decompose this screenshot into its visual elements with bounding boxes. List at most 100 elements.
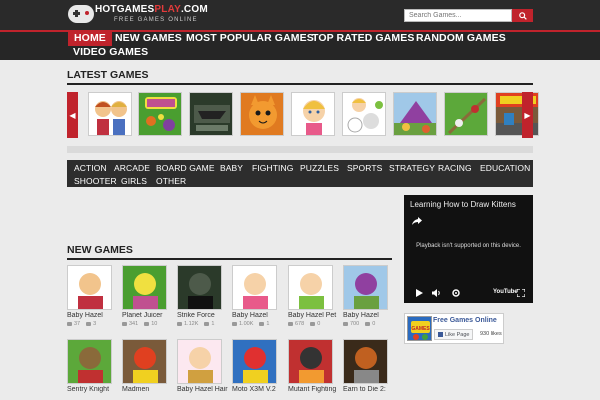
volume-icon[interactable]: [432, 289, 441, 297]
play-icon[interactable]: [416, 289, 423, 297]
thumbs-up-icon: [144, 322, 150, 326]
nav-new-games[interactable]: NEW GAMES: [115, 32, 182, 44]
facebook-page-thumbnail[interactable]: GAMES: [407, 316, 432, 341]
carousel-next-button[interactable]: ▶: [522, 92, 533, 138]
game-thumbnail[interactable]: [177, 265, 222, 310]
carousel-game-thumb[interactable]: [444, 92, 488, 136]
game-title[interactable]: Baby Hazel: [343, 312, 395, 319]
game-card[interactable]: Baby Hazel 700 0: [343, 265, 388, 327]
category-bar: ACTION ARCADE BOARD GAME BABY FIGHTING P…: [67, 160, 533, 187]
share-icon[interactable]: [412, 217, 422, 225]
game-title[interactable]: Baby Hazel Hair: [177, 386, 229, 393]
nav-random-games[interactable]: RANDOM GAMES: [416, 32, 506, 44]
category-action[interactable]: ACTION: [74, 163, 107, 173]
game-thumbnail[interactable]: [67, 339, 112, 384]
game-thumbnail[interactable]: [232, 265, 277, 310]
carousel-game-thumb[interactable]: [291, 92, 335, 136]
thumbs-up-icon: [310, 322, 316, 326]
category-board-game[interactable]: BOARD GAME: [156, 163, 215, 173]
game-title[interactable]: Baby Hazel Pet: [288, 312, 340, 319]
search-icon: [518, 11, 527, 20]
facebook-like-button[interactable]: Like Page: [434, 329, 474, 340]
settings-gear-icon[interactable]: [452, 289, 460, 297]
category-arcade[interactable]: ARCADE: [114, 163, 150, 173]
game-thumbnail[interactable]: [288, 339, 333, 384]
carousel-scrollbar[interactable]: [67, 146, 533, 153]
game-card[interactable]: Planet Juicer 341 10: [122, 265, 167, 327]
carousel-game-thumb[interactable]: [342, 92, 386, 136]
game-title[interactable]: Moto X3M V.2: [232, 386, 284, 393]
game-title[interactable]: Planet Juicer: [122, 312, 174, 319]
game-thumbnail[interactable]: [67, 265, 112, 310]
video-player[interactable]: Learning How to Draw Kittens Playback is…: [404, 195, 533, 303]
latest-games-carousel: ◀ ▶: [67, 92, 539, 138]
gamepad-icon: [67, 322, 72, 326]
carousel-game-thumb[interactable]: [189, 92, 233, 136]
game-card[interactable]: Baby Hazel Hair: [177, 339, 228, 393]
category-baby[interactable]: BABY: [220, 163, 243, 173]
fullscreen-icon[interactable]: [517, 289, 525, 297]
game-thumbnail[interactable]: [232, 339, 277, 384]
game-stats: 37 3: [67, 321, 112, 327]
game-card[interactable]: Moto X3M V.2: [232, 339, 277, 393]
carousel-game-thumb[interactable]: [138, 92, 182, 136]
category-shooter[interactable]: SHOOTER: [74, 176, 117, 186]
search-button[interactable]: [512, 9, 533, 22]
game-card[interactable]: Baby Hazel 1.00K 1: [232, 265, 277, 327]
game-title[interactable]: Sentry Knight: [67, 386, 119, 393]
nav-most-popular-games[interactable]: MOST POPULAR GAMES: [186, 32, 314, 44]
facebook-page-widget: GAMES Free Games Online Like Page 930 li…: [404, 313, 504, 344]
game-title[interactable]: Baby Hazel: [232, 312, 284, 319]
main-nav: HOME NEW GAMES MOST POPULAR GAMES TOP RA…: [0, 30, 600, 60]
site-logo[interactable]: HOTGAMESPLAY.COM free games online: [68, 3, 208, 27]
category-racing[interactable]: RACING: [438, 163, 472, 173]
category-fighting[interactable]: FIGHTING: [252, 163, 293, 173]
carousel-game-thumb[interactable]: [240, 92, 284, 136]
game-title[interactable]: Earn to Die 2:: [343, 386, 395, 393]
category-sports[interactable]: SPORTS: [347, 163, 382, 173]
svg-text:GAMES: GAMES: [411, 326, 430, 332]
nav-home[interactable]: HOME: [68, 30, 112, 46]
gamepad-icon: [122, 322, 127, 326]
thumbs-up-icon: [204, 322, 210, 326]
game-stats: 1.00K 1: [232, 321, 277, 327]
game-card[interactable]: Baby Hazel Pet 678 0: [288, 265, 336, 327]
carousel-prev-button[interactable]: ◀: [67, 92, 78, 138]
game-thumbnail[interactable]: [122, 339, 167, 384]
game-card[interactable]: Earn to Die 2:: [343, 339, 388, 393]
game-card[interactable]: Mutant Fighting: [288, 339, 336, 393]
carousel-game-thumb[interactable]: [393, 92, 437, 136]
category-girls[interactable]: GIRLS: [121, 176, 147, 186]
category-strategy[interactable]: STRATEGY: [389, 163, 435, 173]
category-other[interactable]: OTHER: [156, 176, 186, 186]
nav-top-rated-games[interactable]: TOP RATED GAMES: [312, 32, 414, 44]
facebook-icon: [438, 332, 443, 337]
carousel-game-thumb[interactable]: [88, 92, 132, 136]
game-thumbnail[interactable]: [343, 339, 388, 384]
search-input[interactable]: [404, 9, 512, 22]
game-title[interactable]: Madmen: [122, 386, 174, 393]
game-title[interactable]: Mutant Fighting: [288, 386, 340, 393]
nav-video-games[interactable]: VIDEO GAMES: [73, 46, 148, 58]
game-thumbnail[interactable]: [122, 265, 167, 310]
top-bar: HOTGAMESPLAY.COM free games online: [0, 0, 600, 30]
video-title[interactable]: Learning How to Draw Kittens: [410, 200, 516, 209]
game-card[interactable]: Sentry Knight: [67, 339, 112, 393]
game-title[interactable]: Baby Hazel: [67, 312, 119, 319]
game-title[interactable]: Strike Force: [177, 312, 229, 319]
game-thumbnail[interactable]: [288, 265, 333, 310]
youtube-logo[interactable]: YouTube: [493, 289, 518, 295]
game-card[interactable]: Strike Force 1.12K 1: [177, 265, 222, 327]
category-education[interactable]: EDUCATION: [480, 163, 530, 173]
video-controls: YouTube: [404, 289, 533, 299]
game-card[interactable]: Madmen: [122, 339, 167, 393]
gamepad-icon: [288, 322, 293, 326]
game-stats: 700 0: [343, 321, 388, 327]
game-thumbnail[interactable]: [177, 339, 222, 384]
facebook-page-name[interactable]: Free Games Online: [433, 317, 497, 324]
thumbs-up-icon: [365, 322, 371, 326]
category-puzzles[interactable]: PUZZLES: [300, 163, 339, 173]
new-games-title: NEW GAMES: [67, 244, 133, 256]
game-thumbnail[interactable]: [343, 265, 388, 310]
game-card[interactable]: Baby Hazel 37 3: [67, 265, 112, 327]
